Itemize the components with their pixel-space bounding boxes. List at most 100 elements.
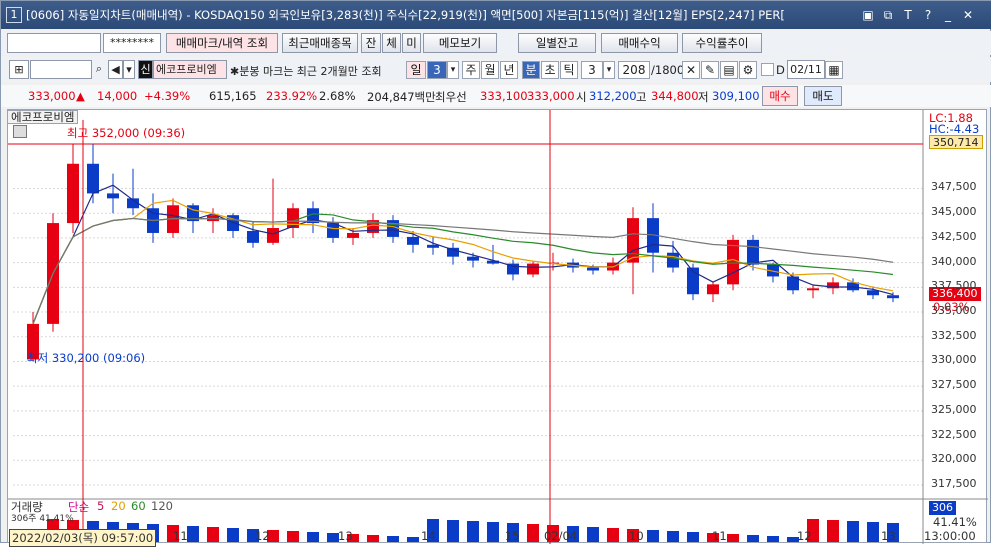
date-input[interactable]: 02/11 [787, 60, 825, 79]
settings-icon[interactable]: ⚙ [739, 61, 757, 79]
turnover-percent: 2.68% [319, 89, 356, 103]
minimize-icon[interactable]: _ [940, 7, 956, 23]
crosshair-icon[interactable]: ✕ [682, 61, 700, 79]
x-tick-label: 13:00:00 [924, 529, 976, 543]
y-tick-label: 342,500 [931, 229, 977, 243]
search-icon[interactable]: ⌕ [92, 60, 106, 79]
candle-body [707, 284, 719, 295]
y-tick-label: 322,500 [931, 427, 977, 441]
grid-icon[interactable] [13, 125, 27, 138]
dropdown-icon[interactable]: ▾ [123, 60, 135, 79]
tool-icon[interactable]: ? [920, 7, 936, 23]
period-week[interactable]: 주 [462, 61, 480, 79]
quote-bar: 333,000 ▲ 14,000 +4.39% 615,165 233.92% … [1, 85, 991, 107]
volume-bar [447, 520, 459, 542]
buy-button[interactable]: 매수 [762, 86, 798, 106]
account-input[interactable] [7, 33, 101, 53]
volume-bar [767, 536, 779, 542]
period-second[interactable]: 초 [541, 61, 559, 79]
speaker-icon[interactable]: ◀ [108, 60, 123, 79]
best-bid: 333,000 [527, 89, 575, 103]
period-month[interactable]: 월 [481, 61, 499, 79]
top-value-tag: 350,714 [929, 135, 983, 149]
candle-body [67, 163, 79, 224]
volume-ma-20: 20 [111, 499, 126, 513]
unfilled-button[interactable]: 미 [402, 33, 421, 53]
change-arrow-icon: ▲ [76, 89, 85, 103]
sell-button[interactable]: 매도 [804, 86, 842, 106]
y-tick-label: 327,500 [931, 378, 977, 392]
period-tick[interactable]: 틱 [560, 61, 578, 79]
x-tick-label: 02/04 [544, 529, 578, 543]
candle-body [87, 163, 99, 194]
password-field[interactable]: ******** [103, 33, 161, 53]
recent-stocks-button[interactable]: 최근매매종목 [282, 33, 358, 53]
candle-body [727, 239, 739, 285]
daily-balance-button[interactable]: 일별잔고 [518, 33, 596, 53]
candle-body [467, 256, 479, 261]
date-checkbox[interactable] [761, 63, 774, 76]
calendar-icon[interactable]: ▦ [825, 61, 843, 79]
volume-bar [407, 537, 419, 542]
tick-dropdown[interactable]: ▾ [603, 61, 615, 79]
candle-body [347, 232, 359, 238]
price-chart[interactable] [8, 110, 988, 544]
code-icon[interactable]: ⊞ [9, 60, 29, 79]
candle-body [107, 193, 119, 199]
close-icon[interactable]: ✕ [960, 7, 976, 23]
tile-icon[interactable]: ▣ [860, 7, 876, 23]
volume-ma-120: 120 [151, 499, 173, 513]
max-price-label: 최고 352,000 (09:36) [67, 126, 186, 140]
tick-value[interactable]: 3 [581, 61, 603, 79]
candle-body [407, 236, 419, 245]
chart-area[interactable] [7, 109, 988, 544]
low-price: 309,100 [712, 89, 760, 103]
stock-code-input[interactable] [30, 60, 92, 79]
x-tick-label: 14 [421, 529, 436, 543]
chart-stock-tab[interactable]: 에코프로비엠 [7, 110, 79, 124]
period-number[interactable]: 3 [427, 61, 447, 79]
candle-body [627, 218, 639, 263]
y-tick-label: 345,000 [931, 205, 977, 219]
period-day[interactable]: 일 [406, 61, 426, 79]
candle-body [387, 220, 399, 237]
start-date-label: 2022/02/03(목) 09:57:00 [9, 529, 157, 547]
volume-small-label: 306주 41.41% [11, 514, 74, 524]
font-icon[interactable]: T [900, 7, 916, 23]
window-number: 1 [6, 7, 22, 23]
filled-button[interactable]: 체 [382, 33, 401, 53]
hc-label: HC:-4.43 [929, 122, 980, 136]
date-label: D [776, 63, 785, 77]
memo-button[interactable]: 메모보기 [423, 33, 497, 53]
window-title: [0606] 자동일지차트(매매내역) - KOSDAQ150 외국인보유[3,… [26, 8, 785, 22]
link-icon[interactable]: ⧉ [880, 7, 896, 23]
balance-button[interactable]: 잔 [361, 33, 381, 53]
open-price: 312,200 [589, 89, 637, 103]
volume-bar [387, 536, 399, 542]
return-trend-button[interactable]: 수익률추이 [682, 33, 762, 53]
y-tick-label: 332,500 [931, 328, 977, 342]
stock-badge: 신 [138, 60, 153, 79]
candle-body [427, 244, 439, 248]
trade-profit-button[interactable]: 매매수익 [601, 33, 678, 53]
x-tick-label: 11 [712, 529, 727, 543]
save-icon[interactable]: ▤ [720, 61, 738, 79]
period-year[interactable]: 년 [500, 61, 518, 79]
x-tick-label: 11 [173, 529, 188, 543]
count-input[interactable]: 208 [618, 61, 650, 79]
volume-ma-5: 5 [97, 499, 105, 513]
account-toolbar: ******** 매매마크/내역 조회 최근매매종목 잔 체 미 메모보기 일별… [1, 31, 991, 55]
volume-bar [667, 531, 679, 542]
volume-bar [827, 520, 839, 542]
y-tick-label: 340,000 [931, 254, 977, 268]
y-tick-label: 317,500 [931, 477, 977, 490]
draw-icon[interactable]: ✎ [701, 61, 719, 79]
candle-body [667, 252, 679, 268]
period-minute[interactable]: 분 [522, 61, 540, 79]
trade-mark-query-button[interactable]: 매매마크/내역 조회 [166, 33, 278, 53]
y-tick-label: 325,000 [931, 402, 977, 416]
trade-amount: 204,847백만 [367, 90, 436, 104]
period-dropdown[interactable]: ▾ [447, 61, 459, 79]
candle-body [867, 290, 879, 296]
volume-bar [287, 531, 299, 542]
